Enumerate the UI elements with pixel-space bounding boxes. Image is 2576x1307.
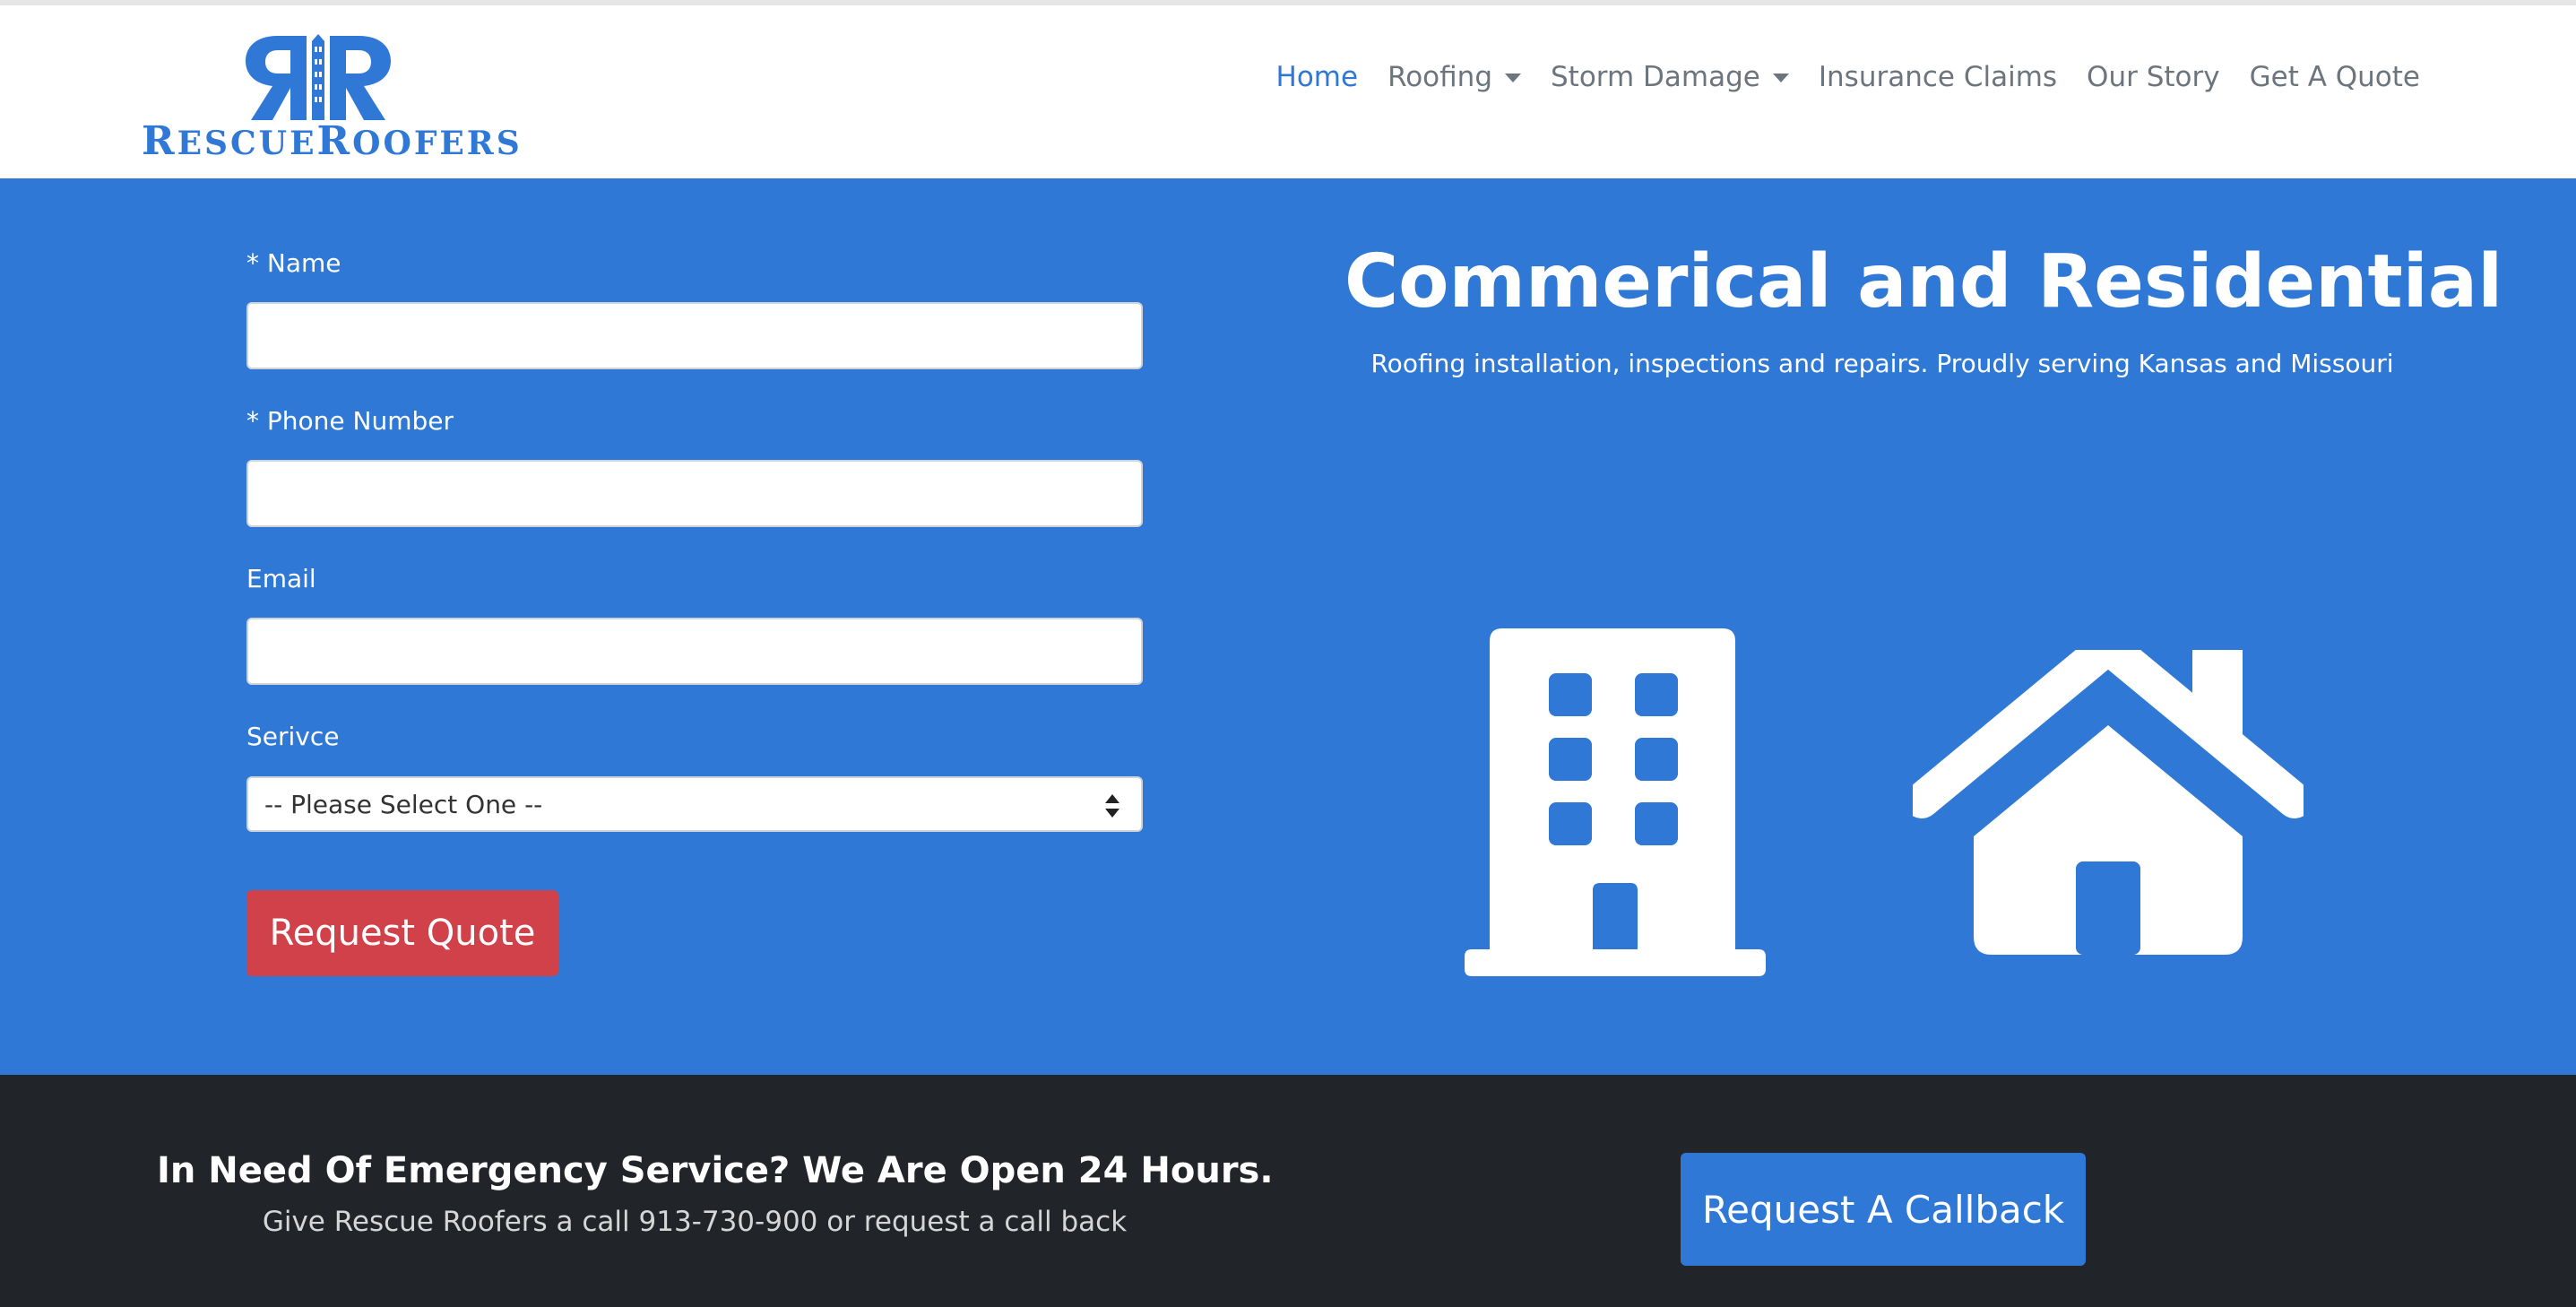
building-icon xyxy=(1465,628,1766,976)
email-label: Email xyxy=(246,564,316,593)
nav-item-get-a-quote[interactable]: Get A Quote xyxy=(2250,61,2420,93)
nav-item-roofing[interactable]: Roofing xyxy=(1387,61,1521,93)
email-input[interactable] xyxy=(246,618,1143,685)
cta-subtitle: Give Rescue Roofers a call 913-730-900 o… xyxy=(262,1206,1128,1238)
navbar: RESCUEROOFERS Home Roofing Storm Damage … xyxy=(0,5,2576,178)
request-callback-button[interactable]: Request A Callback xyxy=(1681,1153,2086,1266)
hero-section: * Name * Phone Number Email Serivce -- P… xyxy=(0,178,2576,1075)
nav-item-our-story[interactable]: Our Story xyxy=(2087,61,2220,93)
phone-label: * Phone Number xyxy=(246,406,454,436)
logo-wordmark: RESCUEROOFERS xyxy=(142,118,523,164)
nav-item-label: Roofing xyxy=(1387,61,1492,93)
service-select-value: -- Please Select One -- xyxy=(264,789,543,819)
cta-title: In Need Of Emergency Service? We Are Ope… xyxy=(157,1150,1274,1191)
nav-item-label: Insurance Claims xyxy=(1818,61,2058,93)
name-input[interactable] xyxy=(246,302,1143,369)
service-select[interactable]: -- Please Select One -- xyxy=(246,776,1143,832)
nav-item-insurance-claims[interactable]: Insurance Claims xyxy=(1819,61,2057,93)
nav-item-home[interactable]: Home xyxy=(1276,61,1359,93)
phone-input[interactable] xyxy=(246,460,1143,527)
house-icon xyxy=(1913,650,2304,955)
main-nav: Home Roofing Storm Damage Insurance Clai… xyxy=(1276,61,2420,93)
service-label: Serivce xyxy=(246,722,340,751)
nav-item-label: Home xyxy=(1275,61,1359,93)
name-label: * Name xyxy=(246,248,341,278)
logo-rr-mark-icon xyxy=(246,34,391,120)
emergency-cta-bar: In Need Of Emergency Service? We Are Ope… xyxy=(0,1075,2576,1307)
nav-item-label: Our Story xyxy=(2087,61,2220,93)
select-arrows-icon xyxy=(1105,794,1119,818)
request-quote-button[interactable]: Request Quote xyxy=(246,890,558,976)
chevron-down-icon xyxy=(1772,74,1789,82)
nav-item-storm-damage[interactable]: Storm Damage xyxy=(1551,61,1789,93)
hero-subtitle: Roofing installation, inspections and re… xyxy=(1370,349,2394,378)
nav-item-label: Storm Damage xyxy=(1551,61,1760,93)
hero-title: Commerical and Residential xyxy=(1344,239,2503,325)
chevron-down-icon xyxy=(1505,74,1521,82)
nav-item-label: Get A Quote xyxy=(2249,61,2420,93)
brand-logo[interactable]: RESCUEROOFERS xyxy=(142,29,523,164)
